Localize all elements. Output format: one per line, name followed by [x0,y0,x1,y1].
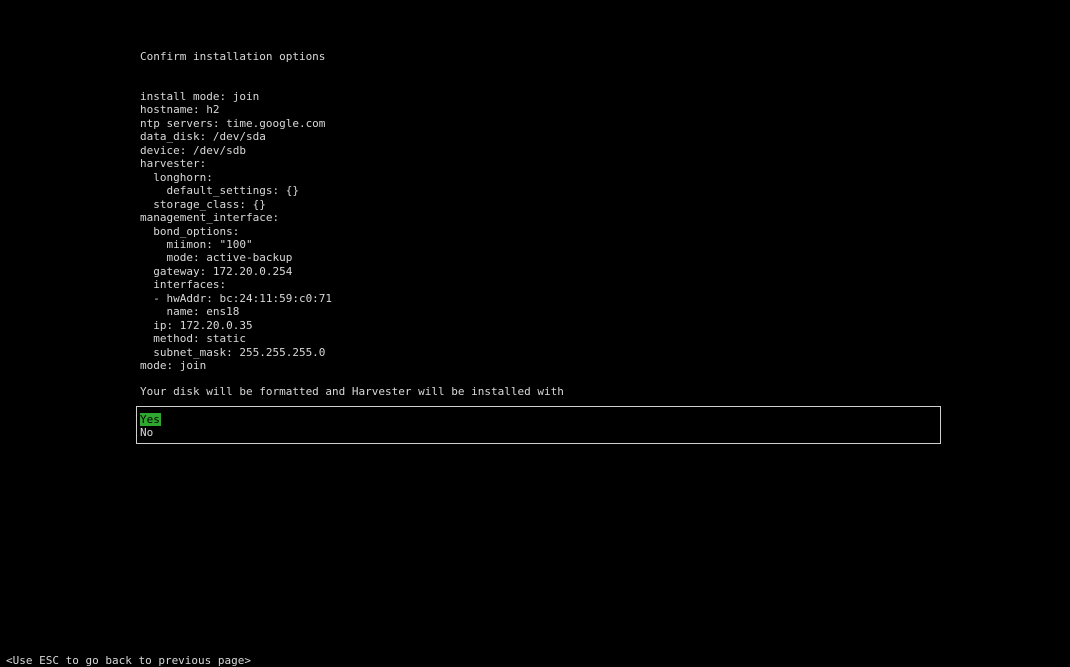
yes-option[interactable]: Yes [140,413,161,426]
config-line: install mode: join [140,90,260,103]
config-line: harvester: [140,157,207,171]
config-line: - hwAddr: bc:24:11:59:c0:71 [140,291,333,305]
confirmation-prompt: Your disk will be formatted and Harveste… [140,385,564,398]
config-line: management_interface: [140,211,280,225]
config-line: subnet_mask: 255.255.255.0 [140,345,326,359]
config-line: hostname: h2 [140,103,220,117]
config-line: method: static [140,332,246,346]
config-line: ntp servers: time.google.com [140,116,326,130]
config-line: gateway: 172.20.0.254 [140,264,293,278]
config-line: default_settings: {} [140,184,299,198]
config-line: bond_options: [140,224,240,238]
config-line: ip: 172.20.0.35 [140,318,253,332]
config-line: device: /dev/sdb [140,143,246,157]
esc-hint: <Use ESC to go back to previous page> [6,654,252,667]
no-option[interactable]: No [140,426,154,439]
config-line: mode: active-backup [140,251,293,265]
installation-config: install mode: join hostname: h2 ntp server… [140,90,332,373]
config-line: mode: join [140,359,207,373]
config-line: storage_class: {} [140,197,266,211]
page-title: Confirm installation options [140,50,326,63]
choice-list: Yes No [136,406,941,444]
config-line: data_disk: /dev/sda [140,130,266,144]
config-line: miimon: "100" [140,237,253,251]
config-line: interfaces: [140,278,227,292]
config-line: name: ens18 [140,305,240,319]
config-line: longhorn: [140,170,213,184]
